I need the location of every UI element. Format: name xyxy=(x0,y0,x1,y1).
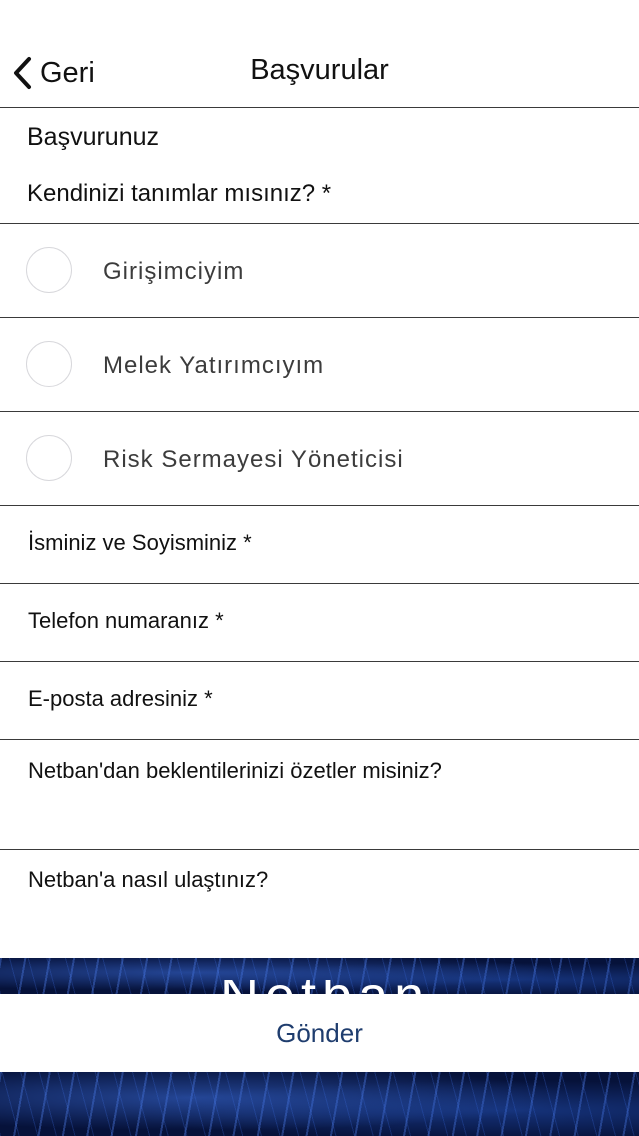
submit-button[interactable]: Gönder xyxy=(0,994,639,1072)
background-image-bottom xyxy=(0,1072,639,1136)
source-label: Netban'a nasıl ulaştınız? xyxy=(28,867,269,892)
page-title: Başvurular xyxy=(250,54,389,86)
email-field[interactable]: E-posta adresiniz * xyxy=(0,662,639,740)
radio-circle-icon[interactable] xyxy=(26,247,72,293)
radio-option-angel-investor[interactable]: Melek Yatırımcıyım xyxy=(0,318,639,412)
radio-option-label: Risk Sermayesi Yöneticisi xyxy=(103,446,404,473)
background-image: Netban xyxy=(0,958,639,996)
question-label: Kendinizi tanımlar mısınız? * xyxy=(27,180,332,207)
radio-option-label: Girişimciyim xyxy=(103,258,245,285)
phone-field-label: Telefon numaranız * xyxy=(28,608,224,633)
expectations-textarea[interactable]: Netban'dan beklentilerinizi özetler misi… xyxy=(0,740,639,850)
section-title: Başvurunuz xyxy=(27,123,160,151)
navigation-bar: Geri Başvurular xyxy=(0,0,639,108)
name-field[interactable]: İsminiz ve Soyisminiz * xyxy=(0,506,639,584)
radio-option-entrepreneur[interactable]: Girişimciyim xyxy=(0,224,639,318)
radio-option-vc-manager[interactable]: Risk Sermayesi Yöneticisi xyxy=(0,412,639,506)
radio-circle-icon[interactable] xyxy=(26,341,72,387)
email-field-label: E-posta adresiniz * xyxy=(28,686,213,711)
expectations-label: Netban'dan beklentilerinizi özetler misi… xyxy=(28,758,442,783)
phone-field[interactable]: Telefon numaranız * xyxy=(0,584,639,662)
name-field-label: İsminiz ve Soyisminiz * xyxy=(28,530,252,555)
radio-circle-icon[interactable] xyxy=(26,435,72,481)
application-form-screen: Geri Başvurular Başvurunuz Kendinizi tan… xyxy=(0,0,639,1136)
source-textarea[interactable]: Netban'a nasıl ulaştınız? xyxy=(0,850,639,958)
form-header: Başvurunuz Kendinizi tanımlar mısınız? * xyxy=(0,108,639,224)
radio-option-label: Melek Yatırımcıyım xyxy=(103,352,325,379)
submit-label: Gönder xyxy=(276,1017,363,1048)
